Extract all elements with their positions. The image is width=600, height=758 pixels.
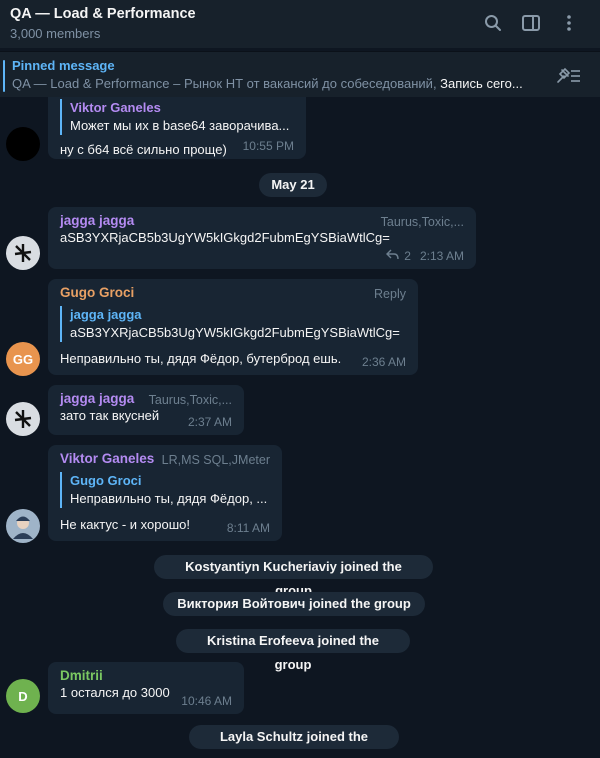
unpin-list-icon[interactable] bbox=[556, 66, 582, 89]
reply-quote[interactable]: Gugo Groci Неправильно ты, дядя Фёдор, .… bbox=[60, 472, 270, 508]
quote-author: jagga jagga bbox=[70, 307, 142, 322]
message-bubble[interactable]: Gugo Groci Reply jagga jagga aSB3YXRjaCB… bbox=[48, 279, 418, 375]
sidebar-toggle-icon[interactable] bbox=[520, 12, 542, 34]
reply-quote[interactable]: jagga jagga aSB3YXRjaCB5b3UgYW5kIGkgd2Fu… bbox=[60, 306, 406, 342]
quote-text: aSB3YXRjaCB5b3UgYW5kIGkgd2FubmEgYSBiaWtl… bbox=[70, 325, 400, 340]
avatar[interactable] bbox=[6, 509, 40, 543]
reply-button[interactable]: Reply bbox=[374, 287, 406, 301]
avatar[interactable] bbox=[6, 402, 40, 436]
message-text: Неправильно ты, дядя Фёдор, бутерброд еш… bbox=[60, 351, 342, 366]
avatar[interactable]: D bbox=[6, 679, 40, 713]
pinned-text: QA — Load & Performance – Рынок НТ от ва… bbox=[12, 76, 542, 91]
service-message: Kostyantiyn Kucheriaviy joined the group bbox=[154, 555, 433, 598]
sender-name[interactable]: Gugo Groci bbox=[60, 285, 406, 300]
pinned-text-muted: QA — Load & Performance – Рынок НТ от ва… bbox=[12, 76, 441, 91]
message-time: 10:46 AM bbox=[181, 694, 232, 708]
service-message: Layla Schultz joined the group bbox=[189, 725, 399, 758]
message-time: 2:13 AM bbox=[419, 249, 464, 263]
message-time: 2:36 AM bbox=[361, 355, 406, 369]
message-bubble[interactable]: Viktor Ganeles LR,MS SQL,JMeter Gugo Gro… bbox=[48, 445, 282, 541]
pinned-text-bright: Запись сего... bbox=[440, 76, 523, 91]
member-tag: LR,MS SQL,JMeter bbox=[161, 453, 270, 467]
reply-arrow-icon[interactable] bbox=[386, 249, 399, 263]
sender-name[interactable]: Dmitrii bbox=[60, 668, 232, 683]
quote-author: Viktor Ganeles bbox=[70, 100, 161, 115]
search-icon[interactable] bbox=[482, 12, 504, 34]
pinned-message[interactable]: Pinned message QA — Load & Performance –… bbox=[0, 51, 600, 97]
member-tag: Taurus,Toxic,... bbox=[148, 393, 232, 407]
pinned-label: Pinned message bbox=[12, 58, 115, 73]
message-bubble[interactable]: Viktor Ganeles Может мы их в base64 заво… bbox=[48, 97, 306, 159]
more-vertical-icon[interactable] bbox=[558, 12, 580, 34]
message-bubble[interactable]: Dmitrii 1 остался до 3000 10:46 AM bbox=[48, 662, 244, 714]
service-message: Виктория Войтович joined the group bbox=[163, 592, 425, 616]
message-time: 10:55 PM bbox=[242, 139, 294, 153]
chat-header[interactable]: QA — Load & Performance 3,000 members bbox=[0, 0, 600, 48]
pinned-indicator bbox=[3, 60, 5, 92]
reply-count[interactable]: 2 bbox=[404, 249, 411, 263]
service-message: Kristina Erofeeva joined the group bbox=[176, 629, 410, 672]
member-tag: Taurus,Toxic,... bbox=[380, 215, 464, 229]
reply-quote[interactable]: Viktor Ganeles Может мы их в base64 заво… bbox=[60, 99, 294, 135]
avatar[interactable]: GG bbox=[6, 342, 40, 376]
quote-author: Gugo Groci bbox=[70, 473, 142, 488]
message-list[interactable]: Viktor Ganeles Может мы их в base64 заво… bbox=[0, 97, 600, 758]
quote-text: Может мы их в base64 заворачива... bbox=[70, 118, 290, 133]
message-bubble[interactable]: jagga jagga Taurus,Toxic,... aSB3YXRjaCB… bbox=[48, 207, 476, 269]
message-time: 2:37 AM bbox=[187, 415, 232, 429]
message-bubble[interactable]: jagga jagga Taurus,Toxic,... зато так вк… bbox=[48, 385, 244, 435]
date-separator: May 21 bbox=[259, 173, 327, 197]
avatar[interactable] bbox=[6, 236, 40, 270]
quote-text: Неправильно ты, дядя Фёдор, ... bbox=[70, 491, 268, 506]
message-text: aSB3YXRjaCB5b3UgYW5kIGkgd2FubmEgYSBiaWtl… bbox=[60, 230, 390, 245]
message-meta: 2 2:13 AM bbox=[386, 249, 464, 263]
message-time: 8:11 AM bbox=[226, 521, 270, 535]
avatar[interactable] bbox=[6, 127, 40, 161]
